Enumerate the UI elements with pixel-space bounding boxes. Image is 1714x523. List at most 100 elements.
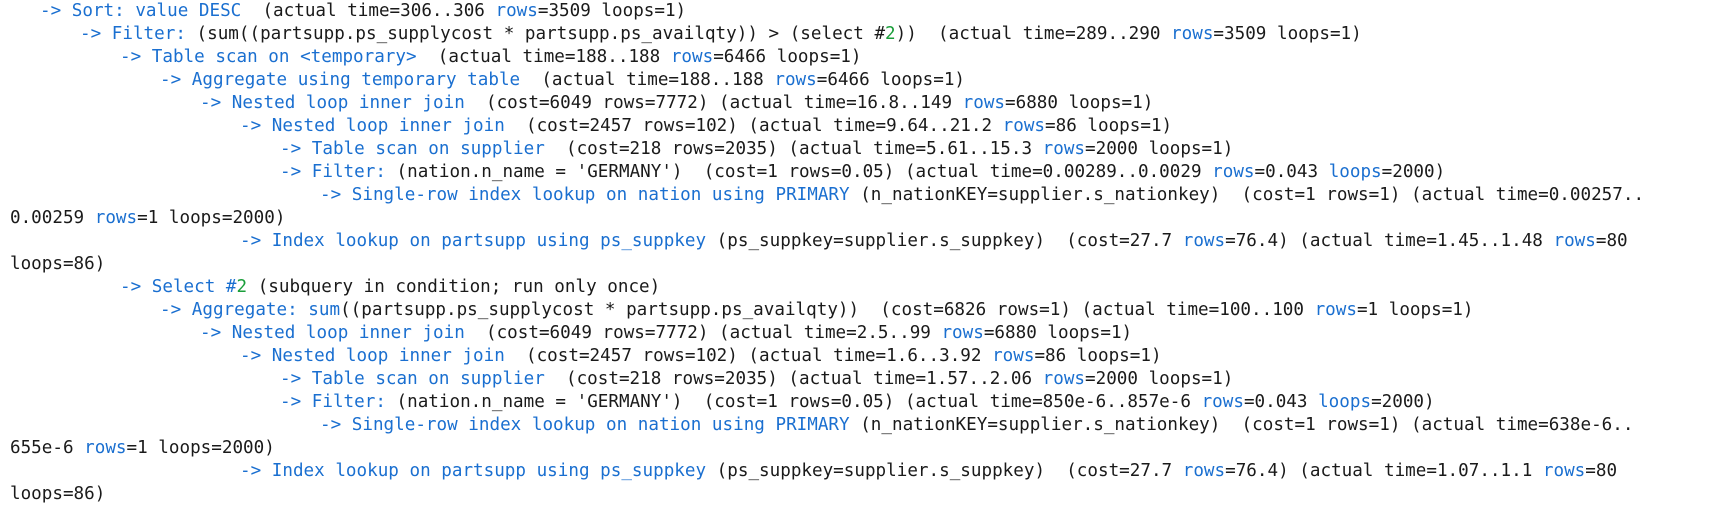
plan-line: -> Table scan on supplier (cost=218 rows…: [0, 368, 1714, 391]
plan-text: (cost=218 rows=2035) (actual time=5.61..…: [544, 139, 1043, 159]
plan-text: =86 loops=1): [1034, 346, 1162, 366]
plan-keyword: rows: [1182, 231, 1226, 251]
plan-keyword: -> Aggregate: sum: [160, 300, 341, 320]
plan-select-number: 2: [885, 24, 896, 44]
plan-line: -> Index lookup on partsupp using ps_sup…: [0, 230, 1714, 253]
plan-keyword: loops: [1328, 162, 1382, 182]
plan-line: -> Table scan on <temporary> (actual tim…: [0, 46, 1714, 69]
plan-line: -> Aggregate using temporary table (actu…: [0, 69, 1714, 92]
plan-text: (cost=2457 rows=102) (actual time=9.64..…: [504, 116, 1003, 136]
plan-text: (n_nationKEY=supplier.s_nationkey) (cost…: [849, 185, 1645, 205]
plan-text: (ps_suppkey=supplier.s_suppkey) (cost=27…: [706, 461, 1183, 481]
plan-keyword: -> Table scan on <temporary>: [120, 47, 417, 67]
plan-text: =80: [1585, 461, 1618, 481]
plan-text: =76.4) (actual time=1.07..1.1: [1225, 461, 1543, 481]
plan-text: =6880 loops=1): [983, 323, 1133, 343]
plan-text: (actual time=306..306: [241, 1, 496, 21]
plan-text: =86 loops=1): [1045, 116, 1173, 136]
plan-text: (nation.n_name = 'GERMANY') (cost=1 rows…: [396, 392, 1202, 412]
plan-keyword: rows: [84, 438, 127, 458]
plan-line: -> Aggregate: sum((partsupp.ps_supplycos…: [0, 299, 1714, 322]
plan-text: (subquery in condition; run only once): [247, 277, 661, 297]
plan-line: -> Single-row index lookup on nation usi…: [0, 184, 1714, 207]
plan-text: 655e-6: [10, 438, 85, 458]
plan-line: -> Filter: (sum((partsupp.ps_supplycost …: [0, 23, 1714, 46]
plan-keyword: -> Sort: value DESC: [40, 1, 242, 21]
plan-keyword: rows: [1171, 24, 1214, 44]
plan-keyword: -> Filter:: [280, 162, 397, 182]
plan-line: -> Single-row index lookup on nation usi…: [0, 414, 1714, 437]
plan-keyword: rows: [992, 346, 1035, 366]
plan-line-continuation: loops=86): [0, 253, 1714, 276]
plan-text: =6466 loops=1): [816, 70, 966, 90]
plan-keyword: rows: [1182, 461, 1226, 481]
plan-text: (nation.n_name = 'GERMANY') (cost=1 rows…: [396, 162, 1213, 182]
plan-keyword: rows: [1542, 461, 1586, 481]
plan-keyword: rows: [94, 208, 138, 228]
plan-keyword: -> Index lookup on partsupp using ps_sup…: [240, 461, 707, 481]
plan-text: (ps_suppkey=supplier.s_suppkey) (cost=27…: [706, 231, 1183, 251]
plan-keyword: -> Table scan on supplier: [280, 139, 545, 159]
plan-text: =1 loops=2000): [137, 208, 286, 228]
plan-keyword: rows: [962, 93, 1006, 113]
plan-keyword: rows: [670, 47, 714, 67]
plan-keyword: rows: [941, 323, 984, 343]
plan-text: =3509 loops=1): [1213, 24, 1362, 44]
plan-text: (actual time=188..188: [416, 47, 671, 67]
plan-keyword: -> Aggregate using temporary table: [160, 70, 521, 90]
plan-text: (cost=2457 rows=102) (actual time=1.6..3…: [504, 346, 993, 366]
plan-text: =6880 loops=1): [1005, 93, 1154, 113]
plan-text: =1 loops=2000): [126, 438, 275, 458]
plan-text: =3509 loops=1): [537, 1, 687, 21]
plan-keyword: -> Filter:: [80, 24, 197, 44]
plan-text: (actual time=188..188: [520, 70, 775, 90]
plan-select-number: 2: [236, 277, 248, 297]
plan-keyword: rows: [1042, 369, 1086, 389]
plan-text: 0.00259: [10, 208, 95, 228]
plan-line-continuation: 0.00259 rows=1 loops=2000): [0, 207, 1714, 230]
plan-text: =2000): [1371, 392, 1435, 412]
plan-keyword: rows: [495, 1, 538, 21]
plan-text: (cost=218 rows=2035) (actual time=1.57..…: [544, 369, 1043, 389]
plan-line-continuation: loops=86): [0, 483, 1714, 506]
plan-line: -> Select #2 (subquery in condition; run…: [0, 276, 1714, 299]
plan-text: =80: [1595, 231, 1628, 251]
plan-line: -> Filter: (nation.n_name = 'GERMANY') (…: [0, 391, 1714, 414]
plan-keyword: rows: [774, 70, 817, 90]
plan-line: -> Nested loop inner join (cost=2457 row…: [0, 345, 1714, 368]
plan-keyword: -> Table scan on supplier: [280, 369, 545, 389]
plan-keyword: -> Single-row index lookup on nation usi…: [320, 415, 850, 435]
plan-text: =2000 loops=1): [1085, 139, 1234, 159]
plan-text: (n_nationKEY=supplier.s_nationkey) (cost…: [849, 415, 1634, 435]
plan-keyword: -> Nested loop inner join: [240, 116, 505, 136]
plan-keyword: rows: [1553, 231, 1596, 251]
plan-text: =1 loops=1): [1356, 300, 1474, 320]
plan-line: -> Sort: value DESC (actual time=306..30…: [0, 0, 1714, 23]
plan-text: (cost=6049 rows=7772) (actual time=2.5..…: [464, 323, 942, 343]
plan-text: =0.043: [1254, 162, 1329, 182]
plan-keyword: loops: [1318, 392, 1372, 412]
plan-text: =6466 loops=1): [713, 47, 862, 67]
plan-text: =2000 loops=1): [1085, 369, 1234, 389]
plan-text: =76.4) (actual time=1.45..1.48: [1225, 231, 1554, 251]
plan-text: =0.043: [1243, 392, 1319, 412]
plan-line: -> Table scan on supplier (cost=218 rows…: [0, 138, 1714, 161]
plan-text: (cost=6049 rows=7772) (actual time=16.8.…: [464, 93, 963, 113]
plan-line-continuation: 655e-6 rows=1 loops=2000): [0, 437, 1714, 460]
plan-line: -> Nested loop inner join (cost=2457 row…: [0, 115, 1714, 138]
plan-keyword: -> Nested loop inner join: [200, 323, 465, 343]
plan-keyword: -> Index lookup on partsupp using ps_sup…: [240, 231, 707, 251]
plan-text: ((partsupp.ps_supplycost * partsupp.ps_a…: [340, 300, 1315, 320]
plan-line: -> Nested loop inner join (cost=6049 row…: [0, 322, 1714, 345]
plan-text: loops=86): [10, 254, 106, 274]
plan-keyword: -> Nested loop inner join: [200, 93, 465, 113]
plan-text: (sum((partsupp.ps_supplycost * partsupp.…: [196, 24, 886, 44]
plan-keyword: rows: [1201, 392, 1244, 412]
plan-line: -> Index lookup on partsupp using ps_sup…: [0, 460, 1714, 483]
plan-line: -> Filter: (nation.n_name = 'GERMANY') (…: [0, 161, 1714, 184]
plan-keyword: rows: [1002, 116, 1046, 136]
plan-keyword: -> Filter:: [280, 392, 397, 412]
plan-text: )) (actual time=289..290: [895, 24, 1172, 44]
plan-keyword: rows: [1042, 139, 1086, 159]
plan-text: =2000): [1381, 162, 1446, 182]
